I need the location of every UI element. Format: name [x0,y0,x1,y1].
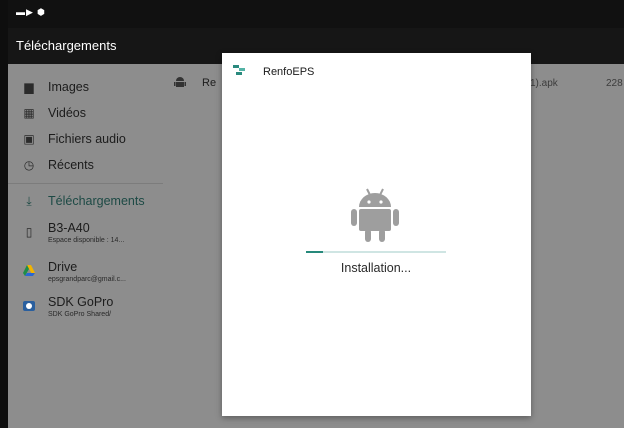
drawer-item-label: Récents [48,158,94,172]
app-name: RenfoEPS [263,66,315,78]
drawer-item-device-storage[interactable]: ▯ B3-A40 Espace disponible : 14... [8,221,163,244]
install-status-text: Installation... [340,261,412,275]
drawer-item-sublabel: SDK GoPro Shared/ [48,311,112,318]
drawer-item-label: B3-A40 [48,221,90,235]
navigation-drawer: ▆ Images ▦ Vidéos ▣ Fichiers audio ◷ Réc… [8,64,163,428]
drawer-item-videos[interactable]: ▦ Vidéos [8,102,163,124]
drawer-item-images[interactable]: ▆ Images [8,76,163,98]
drawer-divider [8,183,163,184]
video-icon: ▦ [23,106,35,120]
drawer-item-label: SDK GoPro [48,295,114,309]
drawer-item-sublabel: Espace disponible : 14... [48,237,125,244]
notification-icon: ▬ [16,7,25,17]
drawer-item-downloads[interactable]: ⤓ Téléchargements [8,190,163,212]
audio-file-icon: ▣ [23,132,35,146]
screen: ▬ ▶ ⬢ Téléchargements ▆ Images ▦ Vidéos … [8,0,624,428]
download-icon: ⤓ [26,194,32,208]
google-drive-icon [22,264,36,278]
install-progress-bar [306,251,446,253]
play-icon: ▶ [26,7,33,17]
page-title: Téléchargements [16,38,117,53]
drawer-item-label: Fichiers audio [48,132,126,146]
drawer-item-label: Images [48,80,89,94]
drawer-item-gopro[interactable]: SDK GoPro SDK GoPro Shared/ [8,295,163,318]
drawer-item-sublabel: epsgrandparc@gmail.c... [48,276,126,283]
install-dialog: RenfoEPS Installation... [222,53,531,416]
app-icon [233,64,245,78]
drawer-item-label: Vidéos [48,106,86,120]
android-robot-icon [350,186,400,244]
drawer-item-label: Drive [48,260,78,274]
gopro-icon [22,299,36,313]
phone-icon: ▯ [25,225,33,239]
install-progress-fill [306,251,323,253]
file-size: 228 [606,78,623,89]
file-name: Re [202,77,217,89]
drawer-item-recents[interactable]: ◷ Récents [8,154,163,176]
drawer-item-label: Téléchargements [48,194,145,208]
clock-icon: ◷ [23,158,35,172]
status-bar: ▬ ▶ ⬢ [8,0,624,28]
image-icon: ▆ [24,80,34,94]
android-icon [174,76,186,92]
drawer-item-drive[interactable]: Drive epsgrandparc@gmail.c... [8,260,163,283]
drawer-item-audio[interactable]: ▣ Fichiers audio [8,128,163,150]
file-name-suffix: 1).apk [530,78,558,89]
shield-icon: ⬢ [37,7,45,17]
